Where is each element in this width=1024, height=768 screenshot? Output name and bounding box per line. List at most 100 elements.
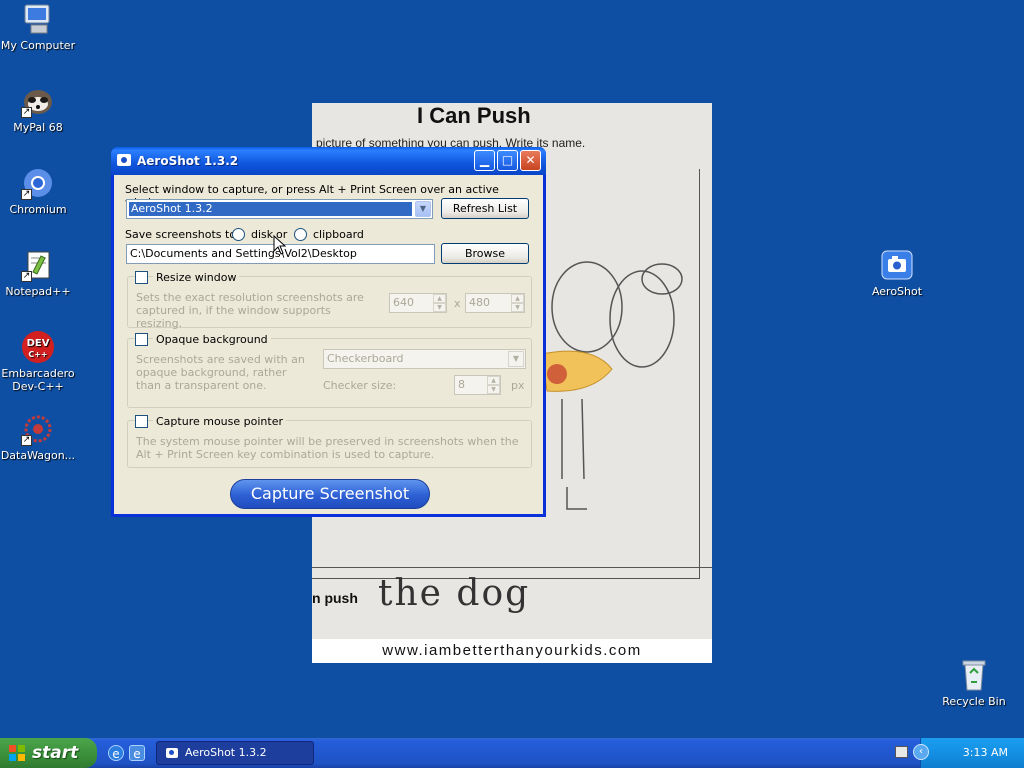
opaque-background-checkbox[interactable] <box>135 333 148 346</box>
minimize-button[interactable]: ▁ <box>474 150 495 171</box>
dev-cpp-logo-text: DEV <box>27 338 50 349</box>
photo-divider <box>312 567 712 568</box>
desktop-icon-datawagon[interactable]: ↗ DataWagon... <box>0 412 78 462</box>
minimize-icon: ▁ <box>479 153 490 167</box>
capture-mouse-label: Capture mouse pointer <box>153 415 286 428</box>
desktop-icon-aeroshot[interactable]: AeroShot <box>857 248 937 298</box>
taskbar-button-label: AeroShot 1.3.2 <box>185 746 267 759</box>
internet-explorer-icon[interactable]: e <box>108 745 124 761</box>
resize-window-group: Resize window Sets the exact resolution … <box>127 271 532 330</box>
checker-size-unit: px <box>511 379 525 392</box>
photo-footer-url: www.iambetterthanyourkids.com <box>312 639 712 663</box>
background-mode-select[interactable]: Checkerboard ▼ <box>323 349 526 369</box>
disk-label: disk <box>251 228 274 241</box>
start-button[interactable]: start <box>0 738 97 768</box>
resize-window-label: Resize window <box>153 271 240 284</box>
chevron-left-icon[interactable]: ‹ <box>913 744 929 760</box>
chevron-down-icon[interactable]: ▼ <box>415 201 431 217</box>
spin-down-icon[interactable]: ▼ <box>511 303 524 312</box>
checker-size-label: Checker size: <box>323 379 397 392</box>
my-computer-icon <box>21 2 55 36</box>
spin-up-icon[interactable]: ▲ <box>487 376 500 385</box>
photo-handwriting: the dog <box>378 573 531 614</box>
window-titlebar[interactable]: AeroShot 1.3.2 ▁ □ ✕ <box>111 147 546 175</box>
shortcut-arrow-icon: ↗ <box>21 107 32 118</box>
spin-up-icon[interactable]: ▲ <box>433 294 446 303</box>
shortcut-arrow-icon: ↗ <box>21 189 32 200</box>
system-tray: ‹ 3:13 AM <box>895 738 1024 768</box>
desktop-icon-notepad-plus-plus[interactable]: ↗ Notepad++ <box>0 248 78 298</box>
capture-mouse-description: The system mouse pointer will be preserv… <box>136 435 519 461</box>
spin-down-icon[interactable]: ▼ <box>433 303 446 312</box>
maximize-icon: □ <box>501 153 514 167</box>
close-button[interactable]: ✕ <box>520 150 541 171</box>
taskbar-button-aeroshot[interactable]: AeroShot 1.3.2 <box>156 741 314 765</box>
spin-up-icon[interactable]: ▲ <box>511 294 524 303</box>
taskbar: start e e AeroShot 1.3.2 ‹ 3:13 AM <box>0 738 1024 768</box>
clipboard-radio[interactable] <box>294 228 307 241</box>
window-client-area: Select window to capture, or press Alt +… <box>114 175 543 517</box>
aeroshot-window: AeroShot 1.3.2 ▁ □ ✕ Select window to ca… <box>111 147 546 517</box>
window-select-dropdown[interactable]: AeroShot 1.3.2 ▼ <box>126 199 433 219</box>
resize-x-label: x <box>454 297 461 310</box>
desktop-icon-mypal[interactable]: ↗ MyPal 68 <box>0 84 78 134</box>
save-screenshots-label: Save screenshots to <box>125 228 237 241</box>
capture-screenshot-button[interactable]: Capture Screenshot <box>230 479 430 509</box>
disk-radio[interactable] <box>232 228 245 241</box>
window-title: AeroShot 1.3.2 <box>137 154 239 168</box>
desktop-icon-my-computer[interactable]: My Computer <box>0 2 78 52</box>
resize-width-input[interactable]: 640 ▲ ▼ <box>389 293 447 313</box>
taskbar-clock: 3:13 AM <box>962 746 1008 759</box>
capture-mouse-group: Capture mouse pointer The system mouse p… <box>127 415 532 468</box>
maximize-button[interactable]: □ <box>497 150 518 171</box>
desktop-icon-chromium[interactable]: ↗ Chromium <box>0 166 78 216</box>
resize-height-value: 480 <box>469 296 490 309</box>
desktop-icon-label: Notepad++ <box>5 285 71 298</box>
capture-mouse-checkbox[interactable] <box>135 415 148 428</box>
aeroshot-task-icon <box>166 748 178 758</box>
mouse-cursor-icon <box>273 235 287 255</box>
desktop-icon-label: MyPal 68 <box>13 121 63 134</box>
recycle-bin-icon <box>957 658 991 692</box>
spin-down-icon[interactable]: ▼ <box>487 385 500 394</box>
desktop-icon-label: Chromium <box>9 203 67 216</box>
desktop-icon-label: Recycle Bin <box>942 695 1006 708</box>
aeroshot-app-icon <box>117 154 131 166</box>
mypal-icon: ↗ <box>21 84 55 118</box>
desktop-icon-label: Embarcadero Dev-C++ <box>1 367 75 393</box>
photo-push-label: n push <box>312 590 358 606</box>
chromium-icon: ↗ <box>21 166 55 200</box>
resize-window-description: Sets the exact resolution screenshots ar… <box>136 291 364 330</box>
browse-button[interactable]: Browse <box>441 243 529 264</box>
refresh-list-button[interactable]: Refresh List <box>441 198 529 219</box>
chevron-down-icon[interactable]: ▼ <box>508 351 524 367</box>
dev-cpp-logo-sub: C++ <box>28 350 47 359</box>
shortcut-arrow-icon: ↗ <box>21 271 32 282</box>
opaque-background-description: Screenshots are saved with an opaque bac… <box>136 353 305 392</box>
quick-launch-browser-icon[interactable]: e <box>129 745 145 761</box>
opaque-background-group: Opaque background Screenshots are saved … <box>127 333 532 408</box>
notepad-plus-plus-icon: ↗ <box>21 248 55 282</box>
windows-flag-icon <box>9 745 26 761</box>
desktop-icon-dev-cpp[interactable]: DEV C++ Embarcadero Dev-C++ <box>0 330 78 393</box>
resize-height-input[interactable]: 480 ▲ ▼ <box>465 293 525 313</box>
shortcut-arrow-icon: ↗ <box>21 435 32 446</box>
background-mode-value: Checkerboard <box>327 352 404 365</box>
aeroshot-icon <box>880 248 914 282</box>
keyboard-icon[interactable] <box>895 746 908 758</box>
desktop-icon-label: DataWagon... <box>0 449 76 462</box>
dev-cpp-icon: DEV C++ <box>21 330 55 364</box>
start-label: start <box>32 743 79 763</box>
clipboard-label: clipboard <box>313 228 364 241</box>
checker-size-input[interactable]: 8 ▲ ▼ <box>454 375 501 395</box>
photo-title: I Can Push <box>417 103 531 128</box>
checker-size-value: 8 <box>458 378 465 391</box>
desktop-icon-label: AeroShot <box>871 285 923 298</box>
close-icon: ✕ <box>525 153 536 167</box>
resize-window-checkbox[interactable] <box>135 271 148 284</box>
resize-width-value: 640 <box>393 296 414 309</box>
desktop-icon-recycle-bin[interactable]: Recycle Bin <box>934 658 1014 708</box>
desktop-icon-label: My Computer <box>0 39 76 52</box>
window-select-value: AeroShot 1.3.2 <box>129 202 412 216</box>
datawagon-icon: ↗ <box>21 412 55 446</box>
